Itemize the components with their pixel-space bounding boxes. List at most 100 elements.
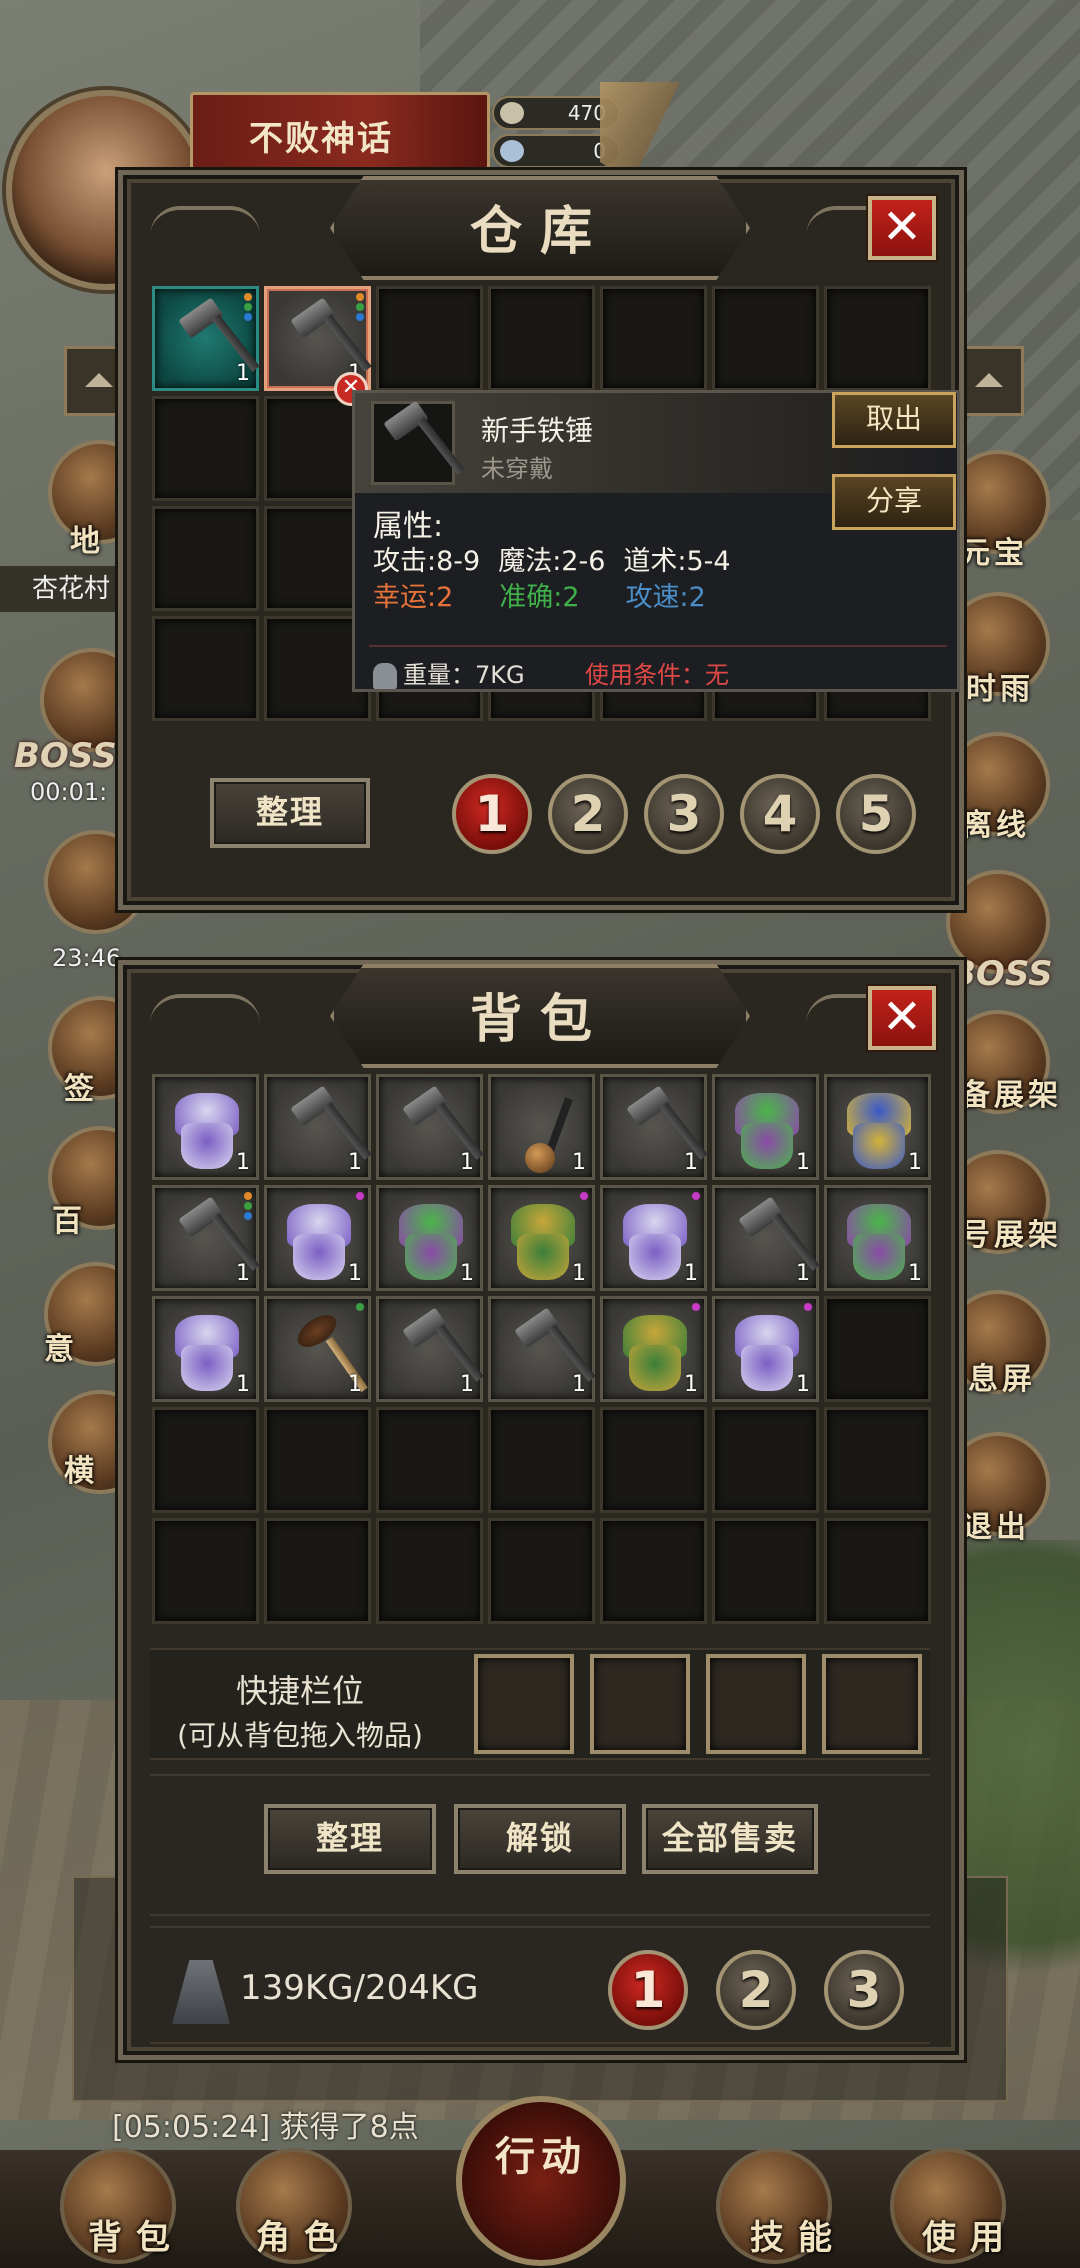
backpack-page-1-button[interactable]: 1 [608, 1950, 688, 2030]
backpack-title: 背包 [330, 964, 750, 1068]
item-quantity: 1 [236, 1372, 250, 1397]
nav-bag-label: 背包 [88, 2218, 184, 2258]
item-quantity: 1 [236, 1150, 250, 1175]
backpack-slot[interactable] [824, 1407, 931, 1513]
backpack-page-2-button[interactable]: 2 [716, 1950, 796, 2030]
backpack-slot[interactable]: 1 [600, 1185, 707, 1291]
backpack-slot[interactable]: 1 [376, 1185, 483, 1291]
panel-deco-left [150, 206, 260, 256]
backpack-slot[interactable] [712, 1407, 819, 1513]
backpack-slot[interactable] [712, 1518, 819, 1624]
boss-label-left: BOSS [14, 736, 117, 776]
hammer-icon [397, 1307, 484, 1389]
warrior-label: 横 [64, 1454, 98, 1489]
backpack-slot[interactable]: 1 [152, 1185, 260, 1291]
item-quantity: 1 [572, 1261, 586, 1286]
tao-stat: 道术:5-4 [623, 546, 731, 577]
hammer-icon [509, 1307, 596, 1389]
backpack-slot[interactable]: 1 [264, 1074, 372, 1180]
warehouse-page-3-button[interactable]: 3 [644, 774, 724, 854]
backpack-slot[interactable]: 1 [152, 1074, 259, 1180]
warehouse-close-button[interactable]: ✕ [868, 196, 936, 260]
backpack-slot[interactable]: 1 [488, 1296, 596, 1402]
quality-dots [580, 1192, 588, 1202]
warehouse-slot[interactable] [152, 616, 259, 721]
backpack-slot[interactable]: 1 [824, 1074, 931, 1180]
backpack-slot[interactable]: 1 [712, 1185, 820, 1291]
backpack-slot[interactable] [488, 1518, 595, 1624]
hammer-icon [621, 1085, 708, 1167]
nav-use-label: 使用 [922, 2218, 1018, 2258]
warehouse-sort-button[interactable]: 整理 [210, 778, 370, 848]
backpack-slot[interactable] [264, 1407, 371, 1513]
backpack-slot[interactable]: 1 [600, 1296, 707, 1402]
backpack-slot[interactable] [264, 1518, 371, 1624]
quick-slot-4[interactable] [822, 1654, 922, 1754]
offline-label: 离线 [962, 808, 1030, 843]
quick-slot-3[interactable] [706, 1654, 806, 1754]
backpack-slot[interactable]: 1 [488, 1185, 595, 1291]
screen-off-label: 息屏 [968, 1362, 1036, 1397]
backpack-slot[interactable]: 1 [376, 1074, 484, 1180]
backpack-slot[interactable] [152, 1518, 259, 1624]
item-quantity: 1 [796, 1372, 810, 1397]
tooltip-weight: 重量：7KG [373, 655, 525, 690]
backpack-slot[interactable] [824, 1518, 931, 1624]
event-timer: 23:46 [52, 944, 122, 972]
warehouse-slot[interactable] [600, 286, 707, 391]
backpack-slot[interactable]: 1 [824, 1185, 931, 1291]
quality-dots [692, 1192, 700, 1202]
tooltip-weight-value: 重量：7KG [403, 661, 525, 689]
backpack-slot[interactable]: 1 [264, 1185, 371, 1291]
backpack-sort-button[interactable]: 整理 [264, 1804, 436, 1874]
quick-slot-1[interactable] [474, 1654, 574, 1754]
exit-label: 退出 [962, 1510, 1030, 1545]
backpack-weight: 139KG/204KG [240, 1968, 479, 2008]
backpack-slot[interactable]: 1 [152, 1296, 259, 1402]
player-name-bar: 不败神话 [190, 92, 490, 170]
unlock-button[interactable]: 解锁 [454, 1804, 626, 1874]
backpack-slot[interactable] [600, 1518, 707, 1624]
warehouse-slot[interactable]: 1 [152, 286, 260, 391]
backpack-slot[interactable] [152, 1407, 259, 1513]
backpack-close-button[interactable]: ✕ [868, 986, 936, 1050]
item-quantity: 1 [572, 1372, 586, 1397]
backpack-slot[interactable] [600, 1407, 707, 1513]
backpack-slot[interactable]: 1 [600, 1074, 708, 1180]
share-button[interactable]: 分享 [832, 474, 956, 530]
collapse-right-arrow[interactable] [954, 346, 1024, 416]
take-out-button[interactable]: 取出 [832, 392, 956, 448]
warehouse-page-5-button[interactable]: 5 [836, 774, 916, 854]
backpack-page-3-button[interactable]: 3 [824, 1950, 904, 2030]
mace-icon [509, 1091, 581, 1173]
quality-dots [356, 293, 364, 323]
warehouse-slot[interactable] [824, 286, 931, 391]
warehouse-page-4-button[interactable]: 4 [740, 774, 820, 854]
location-name: 杏花村 [0, 566, 118, 612]
backpack-slot[interactable] [488, 1407, 595, 1513]
quality-dots [356, 1192, 364, 1202]
tooltip-item-slot [371, 400, 465, 485]
backpack-slot[interactable]: 1 [712, 1296, 819, 1402]
backpack-slot[interactable]: 1 [712, 1074, 819, 1180]
map-label: 地 [70, 524, 104, 559]
warehouse-slot[interactable] [488, 286, 595, 391]
backpack-slot[interactable]: 1 [488, 1074, 595, 1180]
warehouse-slot[interactable] [712, 286, 819, 391]
tooltip-stats-line: 攻击:8-9 魔法:2-6 道术:5-4 [373, 539, 749, 578]
backpack-slot[interactable]: 1 [264, 1296, 371, 1402]
quick-slot-2[interactable] [590, 1654, 690, 1754]
warehouse-page-1-button[interactable]: 1 [452, 774, 532, 854]
action-button[interactable]: 行动 [456, 2096, 626, 2266]
warehouse-slot[interactable] [152, 506, 259, 611]
backpack-slot[interactable]: 1 [376, 1296, 484, 1402]
backpack-slot[interactable] [376, 1518, 483, 1624]
warehouse-slot[interactable] [152, 396, 259, 501]
warehouse-slot[interactable] [376, 286, 483, 391]
item-quantity: 1 [236, 1261, 250, 1286]
backpack-slot[interactable] [824, 1296, 931, 1402]
magic-stat: 魔法:2-6 [498, 546, 606, 577]
sell-all-button[interactable]: 全部售卖 [642, 1804, 818, 1874]
backpack-slot[interactable] [376, 1407, 483, 1513]
warehouse-page-2-button[interactable]: 2 [548, 774, 628, 854]
